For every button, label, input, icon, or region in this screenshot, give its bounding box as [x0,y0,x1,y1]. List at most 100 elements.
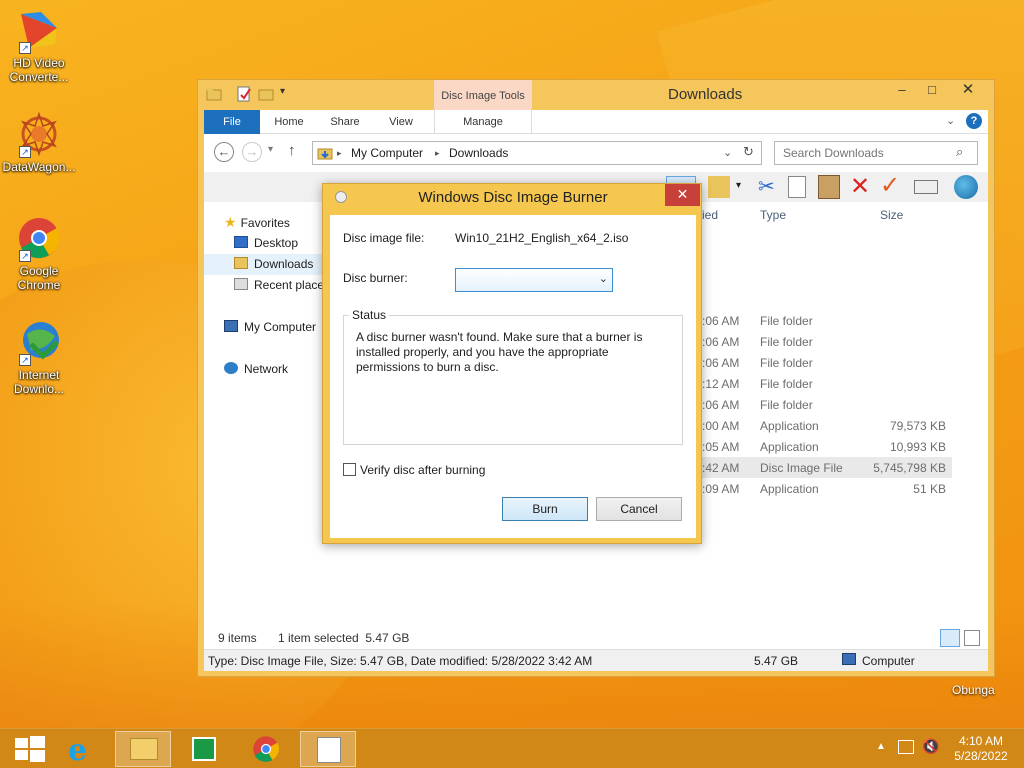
dialog-close-button[interactable]: ✕ [665,184,700,206]
tab-share[interactable]: Share [322,110,368,134]
chrome-icon [253,736,279,762]
breadcrumb-separator-icon: ▸ [435,148,440,158]
burn-button[interactable]: Burn [502,497,588,521]
status-message: A disc burner wasn't found. Make sure th… [356,330,643,374]
desktop-icon-datawagon[interactable]: ↗ DataWagon... [0,111,78,174]
move-to-icon[interactable] [708,176,730,198]
computer-icon [842,653,856,665]
tab-manage[interactable]: Manage [434,110,532,134]
disc-burner-label: Disc burner: [343,271,408,285]
search-input[interactable] [774,141,978,165]
dropdown-icon[interactable]: ▾ [736,180,741,191]
properties-toolbar-icon[interactable] [914,180,938,194]
nav-my-computer[interactable]: My Computer [224,320,316,334]
taskbar: e ▲ 🔇 4:10 AM 5/28/2022 [0,728,1024,768]
table-row[interactable]: :12 AM File folder [702,373,952,394]
start-button[interactable] [2,731,58,767]
ribbon-expand-icon[interactable]: ⌄ [946,114,955,127]
desktop-icon-google-chrome[interactable]: ↗ Google Chrome [0,216,78,292]
copy-icon[interactable] [788,176,806,198]
refresh-icon[interactable]: ↻ [743,144,754,160]
rename-check-icon[interactable]: ✓ [880,171,900,200]
delete-icon[interactable]: ✕ [850,172,870,201]
system-clock[interactable]: 4:10 AM 5/28/2022 [946,734,1016,764]
nav-desktop[interactable]: Desktop [234,236,298,250]
table-row[interactable]: :05 AM Application 10,993 KB [702,436,952,457]
window-titlebar[interactable]: ▾ Disc Image Tools Downloads – □ ✕ [198,80,994,110]
verify-disc-checkbox[interactable] [343,463,356,476]
tab-view[interactable]: View [378,110,424,134]
details-view-icon[interactable] [940,629,960,647]
nav-network[interactable]: Network [224,362,288,376]
table-row[interactable]: :06 AM File folder [702,310,952,331]
new-folder-icon[interactable] [258,86,274,102]
taskbar-store[interactable] [176,731,232,767]
table-row[interactable]: :09 AM Application 51 KB [702,478,952,499]
cancel-button[interactable]: Cancel [596,497,682,521]
show-hidden-icons[interactable]: ▲ [876,741,886,752]
internet-explorer-icon: e [68,733,88,768]
clock-date: 5/28/2022 [954,749,1008,763]
clock-time: 4:10 AM [958,734,1004,748]
nav-downloads[interactable]: Downloads [234,257,313,271]
nav-favorites[interactable]: ★ Favorites [224,214,290,231]
disc-burner-select[interactable]: ⌄ [455,268,613,292]
forward-button[interactable]: → [242,142,262,162]
minimize-button[interactable]: – [888,80,916,100]
cut-icon[interactable]: ✂ [758,174,775,199]
breadcrumb-separator-icon: ▸ [337,148,342,158]
taskbar-internet-explorer[interactable]: e [56,731,112,768]
properties-icon[interactable] [236,86,252,102]
recent-locations-icon[interactable]: ▾ [268,144,273,155]
customize-qat-icon[interactable]: ▾ [280,86,296,102]
back-button[interactable]: ← [214,142,234,162]
taskbar-disc-burner[interactable] [300,731,356,767]
table-row-selected[interactable]: :42 AM Disc Image File 5,745,798 KB [702,457,952,478]
dialog-body: Disc image file: Win10_21H2_English_x64_… [330,215,696,538]
up-button[interactable]: ↑ [288,142,296,159]
file-explorer-icon [130,738,158,760]
taskbar-chrome[interactable] [238,731,294,767]
taskbar-file-explorer[interactable] [115,731,171,767]
context-tab-disc-image-tools: Disc Image Tools [434,80,532,110]
status-group: Status A disc burner wasn't found. Make … [343,308,683,445]
disc-image-file-value: Win10_21H2_English_x64_2.iso [455,231,629,245]
table-row[interactable]: :06 AM File folder [702,331,952,352]
recent-places-icon [234,278,248,290]
nav-recent-places[interactable]: Recent places [234,278,324,292]
downloads-folder-icon [317,148,333,160]
folder-icon [206,88,222,101]
address-dropdown-icon[interactable]: ⌄ [723,146,732,159]
status-bar: 9 items 1 item selected 5.47 GB [204,627,988,649]
breadcrumb-downloads[interactable]: Downloads [449,146,508,160]
network-tray-icon[interactable] [898,740,914,754]
help-icon[interactable]: ? [966,113,982,129]
desktop-icon-internet-download-manager[interactable]: ↗ Internet Downlo... [0,320,78,396]
large-icons-view-icon[interactable] [964,630,980,646]
desktop-icon-hd-video-converter[interactable]: ↗ HD Video Converte... [0,8,78,84]
disc-burner-icon [317,737,341,763]
table-row[interactable]: :00 AM Application 79,573 KB [702,415,952,436]
breadcrumb-my-computer[interactable]: My Computer [351,146,423,160]
chevron-down-icon: ⌄ [598,273,608,285]
status-legend: Status [349,308,390,322]
datawagon-icon: ↗ [17,111,61,158]
column-date-modified[interactable]: ied [702,208,718,222]
globe-icon[interactable] [954,175,978,199]
tab-file[interactable]: File [204,110,260,134]
desktop-icon-label: DataWagon... [2,160,76,174]
window-close-button[interactable]: ✕ [948,80,988,100]
chrome-icon: ↗ [17,216,61,262]
column-type[interactable]: Type [760,208,786,222]
maximize-button[interactable]: □ [918,80,946,100]
paste-icon[interactable] [818,175,840,199]
table-row[interactable]: :06 AM File folder [702,352,952,373]
tab-home[interactable]: Home [266,110,312,134]
file-size: 5.47 GB [754,654,799,668]
column-size[interactable]: Size [880,208,903,222]
volume-muted-icon[interactable]: 🔇 [922,738,939,755]
verify-disc-label[interactable]: Verify disc after burning [360,463,485,477]
address-bar[interactable]: ▸ My Computer ▸ Downloads ⌄ ↻ [312,141,762,165]
table-row[interactable]: :06 AM File folder [702,394,952,415]
file-details: Type: Disc Image File, Size: 5.47 GB, Da… [208,654,593,668]
